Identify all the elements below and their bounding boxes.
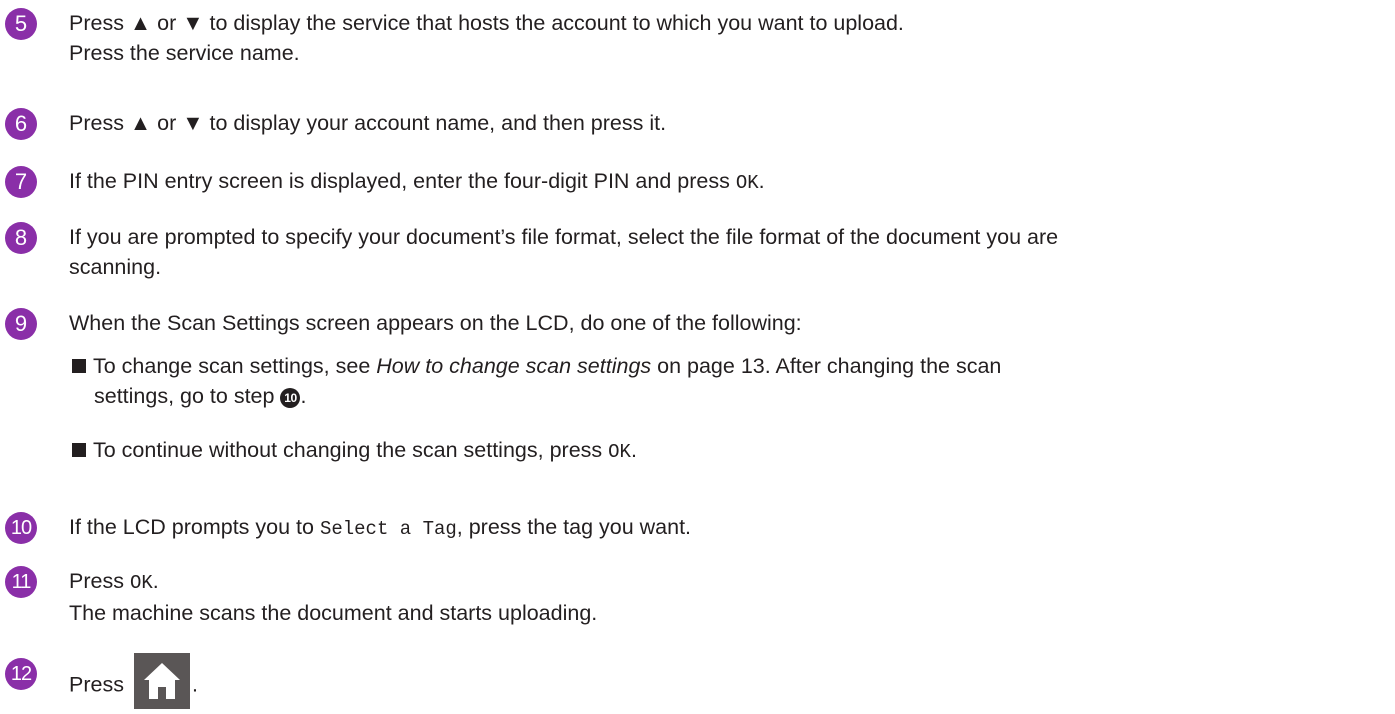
step-number-badge: 7 xyxy=(5,166,37,198)
step-number-badge: 12 xyxy=(5,658,37,690)
bullet-line: To change scan settings, see How to chan… xyxy=(72,351,1395,381)
bullet-text: . xyxy=(630,438,637,462)
step-line: scanning. xyxy=(69,255,162,279)
bullet-line: To continue without changing the scan se… xyxy=(72,435,1395,467)
step-9-option-1: To change scan settings, see How to chan… xyxy=(72,351,1395,411)
ok-button-label: OK xyxy=(129,572,153,594)
step-number-badge: 9 xyxy=(5,308,37,340)
step-text: Press ▲ or ▼ to display the service that… xyxy=(69,8,1385,68)
home-icon xyxy=(133,653,190,709)
step-text: If the PIN entry screen is displayed, en… xyxy=(69,166,1385,198)
step-text-part: Press xyxy=(69,569,130,593)
step-text-part: . xyxy=(191,672,198,697)
step-reference-icon: 10 xyxy=(280,388,301,408)
step-text-part: . xyxy=(152,569,159,593)
step-line: If you are prompted to specify your docu… xyxy=(69,225,1059,249)
step-text-part: Press xyxy=(69,672,130,697)
bullet-line: settings, go to step 10. xyxy=(72,381,1395,411)
step-number-badge: 8 xyxy=(5,222,37,254)
bullet-text: on page 13. After changing the scan xyxy=(651,354,1002,378)
step-text-part: . xyxy=(758,169,765,193)
step-text-part: If the LCD prompts you to xyxy=(69,515,320,539)
bullet-text: . xyxy=(300,384,307,408)
step-number-badge: 11 xyxy=(5,566,37,598)
step-line: Press OK. xyxy=(69,566,1385,598)
bullet-text: To continue without changing the scan se… xyxy=(93,438,609,462)
cross-reference-link[interactable]: How to change scan settings xyxy=(376,354,651,378)
step-text: Press ▲ or ▼ to display your account nam… xyxy=(69,111,667,135)
bullet-text: To change scan settings, see xyxy=(93,354,377,378)
step-number-badge: 5 xyxy=(5,8,37,40)
step-text: Press OK. The machine scans the document… xyxy=(69,566,1385,628)
step-number-badge: 6 xyxy=(5,108,37,140)
select-a-tag-label: Select a Tag xyxy=(319,518,457,540)
step-text: Press . xyxy=(69,653,1385,714)
step-text-part: If the PIN entry screen is displayed, en… xyxy=(69,169,736,193)
step-line: The machine scans the document and start… xyxy=(69,601,598,625)
step-line: Press ▲ or ▼ to display the service that… xyxy=(69,11,904,35)
ok-button-label: OK xyxy=(735,172,759,194)
step-9-option-2: To continue without changing the scan se… xyxy=(72,435,1395,467)
step-line: Press the service name. xyxy=(69,41,300,65)
instruction-page: 5 Press ▲ or ▼ to display the service th… xyxy=(0,0,1395,709)
square-bullet-icon xyxy=(72,443,86,457)
square-bullet-icon xyxy=(72,359,86,373)
step-number-badge: 10 xyxy=(5,512,37,544)
step-text: When the Scan Settings screen appears on… xyxy=(69,311,802,335)
bullet-text: settings, go to step xyxy=(94,384,281,408)
step-text: If you are prompted to specify your docu… xyxy=(69,222,1385,282)
ok-button-label: OK xyxy=(608,441,631,463)
step-text: If the LCD prompts you to Select a Tag, … xyxy=(69,512,1385,544)
step-text-part: , press the tag you want. xyxy=(456,515,692,539)
